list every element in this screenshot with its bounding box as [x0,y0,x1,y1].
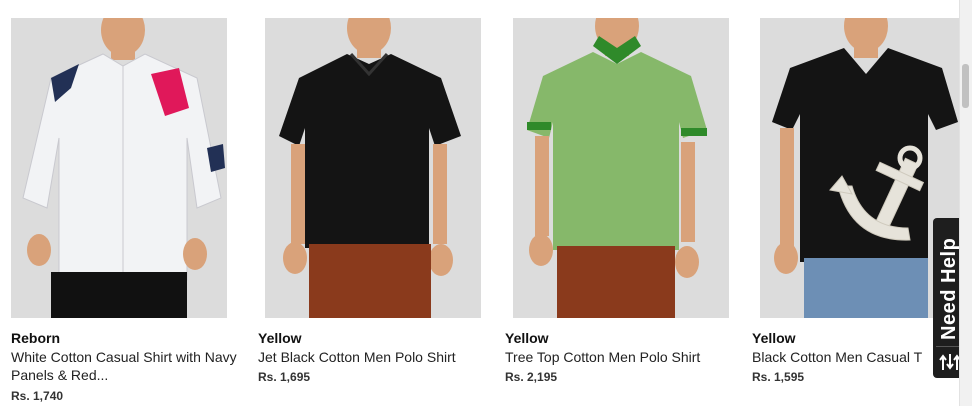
product-price: Rs. 1,695 [258,370,311,384]
product-price: Rs. 2,195 [505,370,558,384]
product-brand[interactable]: Reborn [11,330,60,346]
product-name[interactable]: Tree Top Cotton Men Polo Shirt [505,348,735,366]
scrollbar-thumb[interactable] [962,64,969,108]
product-name[interactable]: Jet Black Cotton Men Polo Shirt [258,348,488,366]
product-price: Rs. 1,740 [11,389,64,403]
product-image[interactable] [11,18,227,318]
product-image[interactable] [760,18,960,318]
product-image[interactable] [265,18,481,318]
product-image[interactable] [513,18,729,318]
scrollbar[interactable] [959,0,972,406]
product-name[interactable]: White Cotton Casual Shirt with Navy Pane… [11,348,241,384]
product-grid: Reborn White Cotton Casual Shirt with Na… [0,0,960,406]
product-brand[interactable]: Yellow [505,330,549,346]
product-price: Rs. 1,595 [752,370,805,384]
need-help-label[interactable]: Need Help [938,220,961,340]
product-brand[interactable]: Yellow [752,330,796,346]
product-brand[interactable]: Yellow [258,330,302,346]
